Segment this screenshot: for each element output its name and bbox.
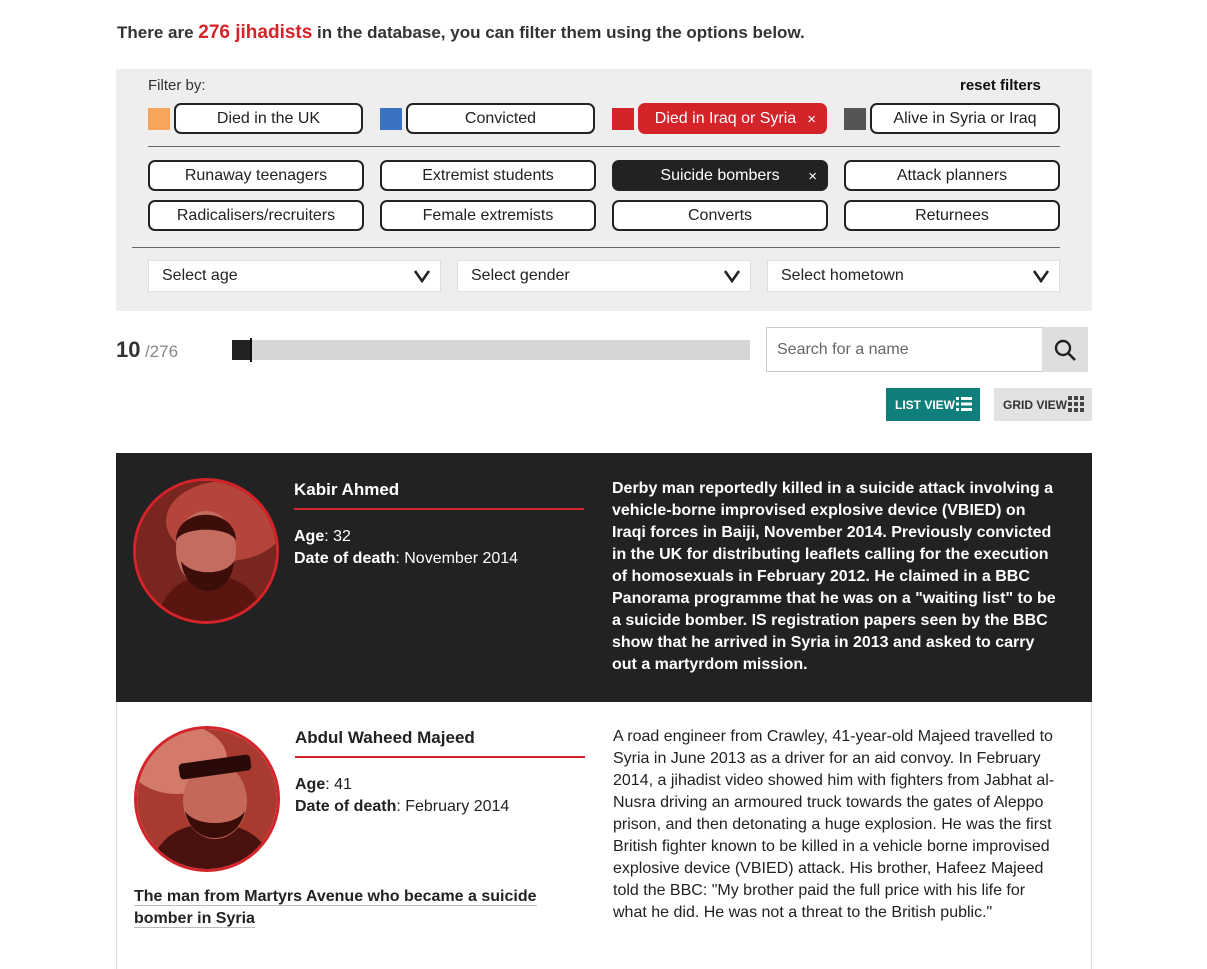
list-view-label: LIST VIEW: [895, 397, 955, 412]
search-input[interactable]: [766, 327, 1043, 372]
results-progress-fill: [232, 340, 251, 360]
grid-view-label: GRID VIEW: [1003, 397, 1068, 412]
filter-runaway-teenagers[interactable]: Runaway teenagers: [148, 160, 364, 191]
story-link[interactable]: The man from Martyrs Avenue who became a…: [134, 886, 544, 930]
hometown-select[interactable]: Select hometown: [767, 260, 1060, 292]
chevron-down-icon: [1032, 270, 1050, 284]
filter-extremist-students-label: Extremist students: [422, 166, 554, 184]
intro-text: There are 276 jihadists in the database,…: [117, 22, 805, 44]
filter-by-label: Filter by:: [148, 77, 206, 94]
person-card[interactable]: Kabir Ahmed Age: 32 Date of death: Novem…: [116, 453, 1092, 702]
avatar: [133, 478, 279, 624]
filter-died-in-uk-label: Died in the UK: [216, 109, 321, 127]
filter-died-in-iraq-or-syria[interactable]: Died in Iraq or Syria ×: [638, 103, 827, 134]
died-uk-color-swatch: [148, 108, 170, 130]
age-select-value: Select age: [162, 267, 238, 284]
alive-color-swatch: [844, 108, 866, 130]
filter-radicalisers-label: Radicalisers/recruiters: [176, 206, 336, 224]
filter-extremist-students[interactable]: Extremist students: [380, 160, 596, 191]
filter-convicted-label: Convicted: [464, 109, 537, 127]
filter-divider: [148, 146, 1060, 147]
gender-select[interactable]: Select gender: [457, 260, 751, 292]
search-button[interactable]: [1042, 327, 1088, 372]
person-name: Kabir Ahmed: [294, 480, 400, 499]
shown-count: 10: [116, 337, 141, 362]
person-bio: Derby man reportedly killed in a suicide…: [612, 480, 1056, 673]
gender-select-value: Select gender: [471, 267, 570, 284]
jihadist-count: 276 jihadists: [198, 22, 313, 43]
chevron-down-icon: [413, 270, 431, 284]
reset-filters-link[interactable]: reset filters: [960, 77, 1041, 94]
death-label: Date of death: [294, 550, 396, 567]
filter-returnees[interactable]: Returnees: [844, 200, 1060, 231]
age-select[interactable]: Select age: [148, 260, 441, 292]
age-value: : 41: [325, 776, 352, 793]
story-link-text: The man from Martyrs Avenue who became a…: [134, 888, 537, 928]
search-icon: [1054, 339, 1076, 361]
filter-suicide-bombers-label: Suicide bombers: [660, 166, 780, 184]
intro-prefix: There are: [117, 23, 199, 42]
death-label: Date of death: [295, 798, 397, 815]
person-name: Abdul Waheed Majeed: [295, 728, 475, 747]
close-icon[interactable]: ×: [807, 111, 816, 128]
filter-suicide-bombers[interactable]: Suicide bombers ×: [612, 160, 828, 191]
filter-divider: [132, 247, 1060, 248]
death-value: : February 2014: [396, 798, 510, 815]
person-bio: A road engineer from Crawley, 41-year-ol…: [613, 728, 1055, 921]
total-count: /276: [144, 342, 179, 361]
filter-died-in-uk[interactable]: Died in the UK: [174, 103, 363, 134]
filter-returnees-label: Returnees: [915, 206, 989, 224]
name-underline: [295, 756, 585, 758]
close-icon[interactable]: ×: [808, 168, 817, 185]
list-icon: [956, 397, 972, 411]
name-underline: [294, 508, 584, 510]
results-progress-bar[interactable]: [232, 338, 750, 362]
filter-converts[interactable]: Converts: [612, 200, 828, 231]
person-card[interactable]: Abdul Waheed Majeed Age: 41 Date of deat…: [116, 702, 1092, 969]
result-counter: 10 /276: [116, 337, 178, 363]
list-view-button[interactable]: LIST VIEW: [886, 388, 980, 421]
chevron-down-icon: [723, 270, 741, 284]
intro-suffix: in the database, you can filter them usi…: [312, 23, 805, 42]
person-details: Age: 32 Date of death: November 2014: [294, 526, 518, 570]
age-value: : 32: [324, 528, 351, 545]
filter-attack-planners-label: Attack planners: [896, 166, 1008, 184]
filter-female-extremists-label: Female extremists: [422, 206, 554, 224]
filter-radicalisers-recruiters[interactable]: Radicalisers/recruiters: [148, 200, 364, 231]
filter-alive-label: Alive in Syria or Iraq: [893, 109, 1037, 127]
results-progress-handle[interactable]: [250, 338, 252, 362]
died-iraq-syria-color-swatch: [612, 108, 634, 130]
convicted-color-swatch: [380, 108, 402, 130]
hometown-select-value: Select hometown: [781, 267, 904, 284]
age-label: Age: [295, 776, 326, 793]
avatar: [134, 726, 280, 872]
filter-convicted[interactable]: Convicted: [406, 103, 595, 134]
filter-attack-planners[interactable]: Attack planners: [844, 160, 1060, 191]
filter-female-extremists[interactable]: Female extremists: [380, 200, 596, 231]
grid-icon: [1068, 396, 1084, 412]
grid-view-button[interactable]: GRID VIEW: [994, 388, 1092, 421]
filter-runaway-teenagers-label: Runaway teenagers: [184, 166, 328, 184]
filter-alive-in-syria-or-iraq[interactable]: Alive in Syria or Iraq: [870, 103, 1060, 134]
age-label: Age: [294, 528, 325, 545]
filter-died-in-iraq-or-syria-label: Died in Iraq or Syria: [654, 109, 797, 127]
death-value: : November 2014: [395, 550, 519, 567]
person-details: Age: 41 Date of death: February 2014: [295, 774, 509, 818]
filter-converts-label: Converts: [687, 206, 753, 224]
